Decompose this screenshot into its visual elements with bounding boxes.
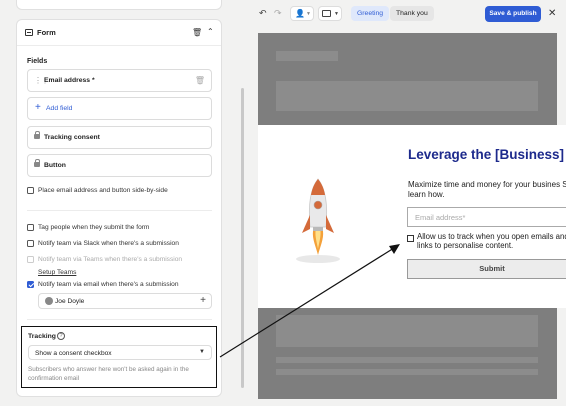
trash-icon[interactable]: 🗑 [192, 28, 202, 37]
placeholder-block [276, 51, 338, 61]
notify-email-label: Notify team via email when there's a sub… [38, 281, 179, 288]
recipient-name: Joe Doyle [55, 298, 85, 305]
undo-icon[interactable]: ↶ [259, 8, 267, 19]
field-tracking-consent[interactable]: Tracking consent [27, 126, 212, 149]
tab-thank-you[interactable]: Thank you [390, 6, 434, 21]
form-icon [25, 29, 33, 36]
desktop-icon [322, 10, 331, 17]
help-icon[interactable]: ? [57, 332, 65, 340]
settings-sidebar: Form 🗑 ⌃ Fields ⋮⋮ Email address * 🗑 + A… [0, 0, 250, 406]
side-by-side-checkbox[interactable] [27, 187, 34, 194]
scrollbar[interactable] [241, 88, 244, 388]
chevron-down-icon: ▼ [306, 11, 311, 17]
form-subtext: Maximize time and money for your busines… [408, 180, 566, 199]
tracking-select-value: Show a consent checkbox [35, 350, 112, 357]
tab-greeting[interactable]: Greeting [351, 6, 390, 21]
chevron-down-icon: ▼ [334, 11, 339, 17]
field-label: Button [44, 162, 66, 169]
tracking-label: Tracking [28, 333, 56, 340]
chevron-down-icon: ▼ [199, 349, 205, 355]
email-placeholder: Email address* [415, 213, 466, 222]
lock-icon [34, 159, 40, 167]
plus-icon: + [35, 102, 41, 113]
form-card-title: Form [37, 28, 56, 37]
form-card-header[interactable]: Form 🗑 ⌃ [17, 20, 221, 46]
plus-icon[interactable]: + [200, 295, 206, 306]
signup-form-modal: Leverage the [Business] edge Maximize ti… [258, 125, 566, 308]
tracking-select[interactable]: Show a consent checkbox ▼ [28, 345, 212, 360]
consent-checkbox[interactable] [407, 235, 414, 242]
trash-icon[interactable]: 🗑 [195, 76, 205, 85]
lock-icon [34, 131, 40, 139]
notify-email-checkbox[interactable] [27, 281, 34, 288]
field-label: Tracking consent [44, 134, 100, 141]
submit-button[interactable]: Submit [407, 259, 566, 279]
notify-teams-checkbox [27, 256, 34, 263]
notify-slack-label: Notify team via Slack when there's a sub… [38, 240, 179, 247]
placeholder-block [276, 315, 538, 347]
setup-teams-link[interactable]: Setup Teams [38, 269, 76, 276]
person-icon: 👤 [295, 9, 305, 18]
notify-slack-checkbox[interactable] [27, 240, 34, 247]
field-button[interactable]: Button [27, 154, 212, 177]
avatar [45, 297, 53, 305]
notify-teams-label: Notify team via Teams when there's a sub… [38, 256, 183, 263]
device-selector[interactable]: ▼ [318, 6, 342, 21]
tag-people-label: Tag people when they submit the form [38, 224, 150, 231]
fields-heading: Fields [27, 58, 48, 65]
rocket-illustration [296, 178, 340, 263]
divider [27, 210, 212, 211]
close-icon[interactable]: ✕ [548, 8, 556, 19]
tracking-note: Subscribers who answer here won't be ask… [28, 366, 189, 382]
field-label: Email address * [44, 77, 95, 84]
add-field-label: Add field [46, 105, 73, 112]
recipient-picker[interactable]: Joe Doyle + [38, 293, 212, 309]
audience-selector[interactable]: 👤 ▼ [290, 6, 314, 21]
form-heading: Leverage the [Business] edge [408, 147, 566, 162]
field-email-address[interactable]: ⋮⋮ Email address * 🗑 [27, 69, 212, 92]
placeholder-block [276, 81, 538, 111]
chevron-up-icon[interactable]: ⌃ [207, 27, 214, 36]
collapsed-section-card[interactable] [16, 0, 222, 10]
side-by-side-label: Place email address and button side-by-s… [38, 187, 168, 194]
tag-people-checkbox[interactable] [27, 224, 34, 231]
email-field[interactable]: Email address* [407, 207, 566, 227]
divider [27, 319, 212, 320]
redo-icon[interactable]: ↷ [274, 8, 282, 19]
tracking-section: Tracking ? Show a consent checkbox ▼ Sub… [21, 326, 217, 388]
placeholder-block [276, 369, 538, 375]
save-publish-button[interactable]: Save & publish [485, 6, 541, 22]
consent-label: Allow us to track when you open emails a… [417, 232, 566, 250]
placeholder-block [276, 357, 538, 363]
add-field-button[interactable]: + Add field [27, 97, 212, 120]
